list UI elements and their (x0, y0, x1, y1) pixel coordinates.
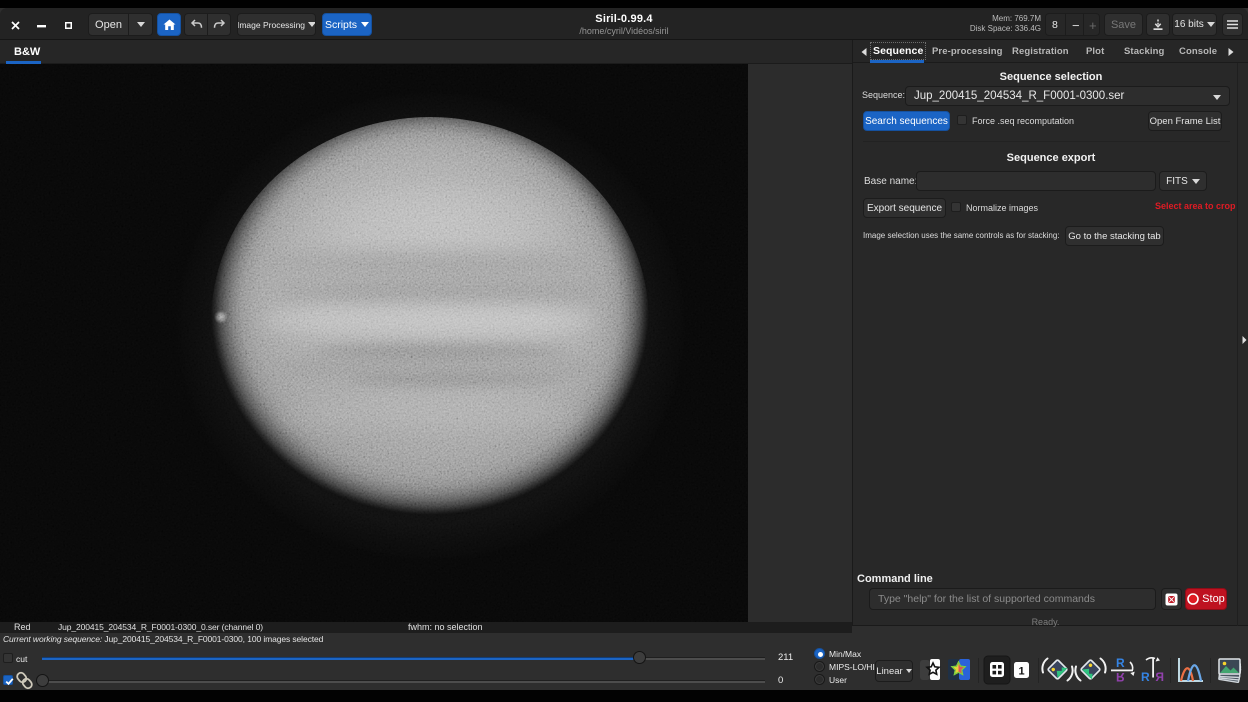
svg-text:R: R (1155, 670, 1164, 684)
svg-text:1: 1 (1018, 666, 1024, 678)
svg-text:R: R (1116, 656, 1125, 670)
svg-text:R: R (1116, 670, 1125, 684)
svg-text:R: R (1141, 670, 1150, 684)
